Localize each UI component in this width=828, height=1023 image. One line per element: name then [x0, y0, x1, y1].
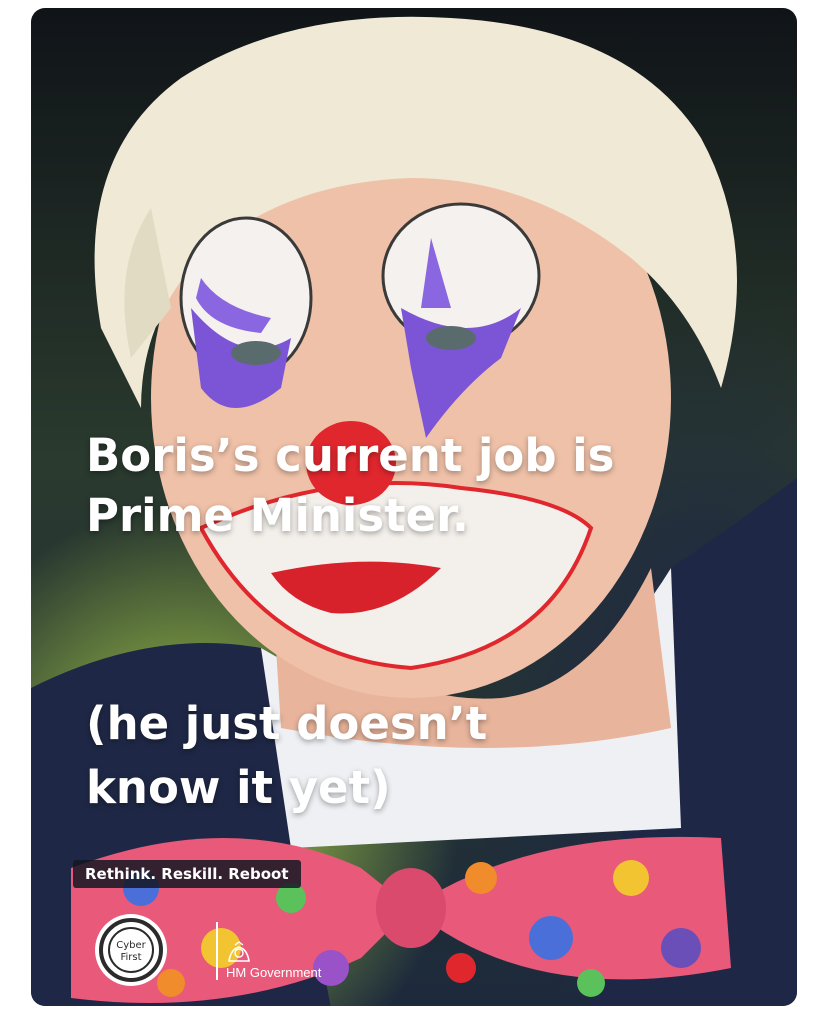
logo-divider	[216, 922, 218, 980]
headline-text: Boris’s current job is Prime Minister.	[86, 429, 615, 542]
meme-image: Boris’s current job is Prime Minister. (…	[31, 8, 797, 1006]
hm-government-logo: HM Government	[216, 918, 321, 980]
hm-government-crest-icon	[228, 941, 250, 962]
subline-text: (he just doesn’t know it yet)	[86, 697, 488, 814]
cyber-first-logo: Cyber First	[95, 914, 167, 986]
tagline-badge: Rethink. Reskill. Reboot	[73, 860, 301, 888]
svg-text:First: First	[120, 952, 141, 963]
svg-text:Cyber: Cyber	[116, 940, 146, 951]
hm-government-label: HM Government	[226, 965, 322, 980]
